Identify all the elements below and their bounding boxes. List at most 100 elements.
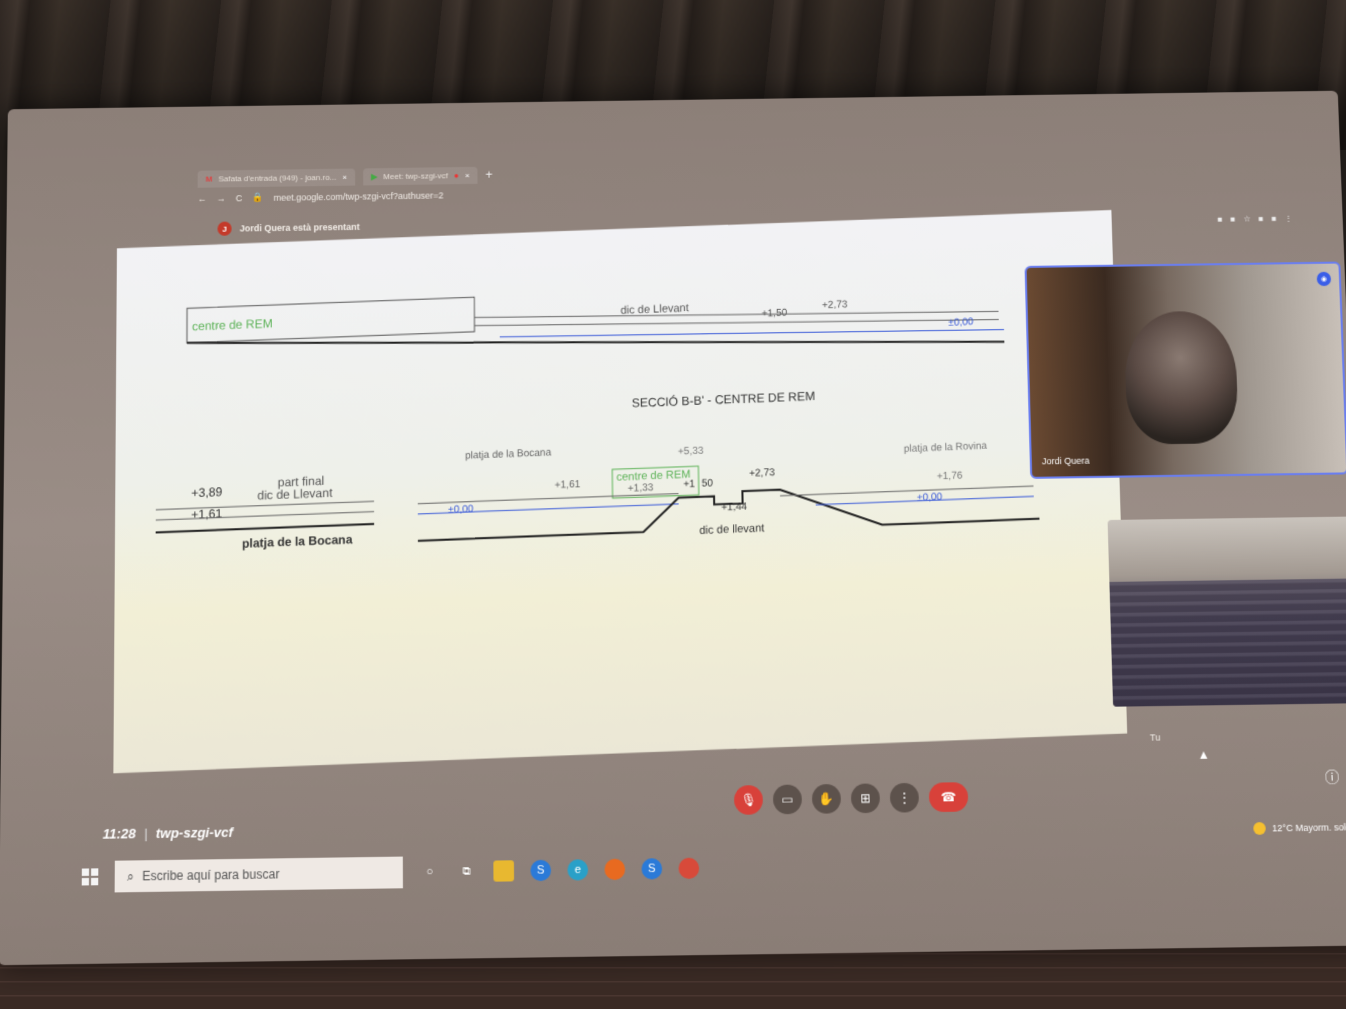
left-beach-label: platja de la Bocana [242,532,353,551]
left-label-2: dic de Llevant [257,485,333,502]
projection-screen: M Safata d'entrada (949) - joan.ro... × … [0,90,1346,966]
menu-icon[interactable]: ⋮ [1284,214,1292,223]
self-name: Tu [1149,732,1161,743]
level-label: ±0,00 [917,492,943,504]
section-title: SECCIÓ B-B' - CENTRE DE REM [632,388,816,410]
present-button[interactable]: ⊞ [850,783,881,814]
tab-strip: M Safata d'entrada (949) - joan.ro... × … [197,163,493,191]
search-icon: ⌕ [127,868,135,884]
extension-icon[interactable]: ■ [1230,215,1235,224]
participant-tile-self[interactable] [1107,516,1346,707]
presenting-banner: J Jordi Quera està presentant [217,220,360,236]
center-box-label: centre de REM [616,468,690,483]
extension-icons: ■ ■ ☆ ■ ■ ⋮ [1217,214,1292,224]
level-label: +2,73 [749,467,775,479]
sun-icon [1253,822,1267,835]
present-icon: ⊞ [860,790,871,806]
end-call-button[interactable]: ☎ [928,782,969,813]
hangup-icon: ☎ [940,789,957,805]
level-label: +5,33 [678,445,704,457]
avatar: J [217,221,232,236]
separator: | [144,825,148,842]
reload-icon[interactable]: C [236,193,243,203]
left-line [156,512,374,521]
meet-side-icons: ⓘ ⚇ [1324,766,1346,788]
level-label: ±0,00 [948,317,974,329]
cursor-icon: ▲ [1197,747,1210,763]
self-video [1109,578,1346,707]
shared-slide: centre de REM dic de Llevant +1,50 +2,73… [113,210,1128,774]
level-label: +1,76 [937,470,963,482]
participant-tile-main[interactable]: ◉ Jordi Quera [1024,261,1346,479]
level-label: +2,73 [822,299,848,311]
weather-text: 12°C Mayorm. soleado [1272,821,1346,834]
extension-icon[interactable]: ■ [1217,215,1222,224]
level-label: ±0,00 [448,504,474,516]
dic-line [474,297,998,331]
more-options-button[interactable]: ⋮ [889,782,920,813]
new-tab-button[interactable]: + [486,168,493,182]
firefox-icon[interactable] [604,858,626,881]
extension-icon[interactable]: ■ [1258,214,1263,223]
dic-line [474,305,998,339]
tab-meet[interactable]: ▶ Meet: twp-szgi-vcf ● × [363,166,478,185]
windows-start-icon[interactable] [81,868,99,886]
mic-off-button[interactable]: 🎙 [733,785,764,815]
recording-icon: ● [453,170,459,180]
cortana-icon[interactable]: ○ [419,861,440,882]
section-drawing: centre de REM dic de Llevant +1,50 +2,73… [113,210,1127,551]
camera-button[interactable]: ▭ [772,784,803,815]
taskbar-search-input[interactable]: ⌕ Escribe aquí para buscar [114,856,403,893]
tab-gmail[interactable]: M Safata d'entrada (949) - joan.ro... × [197,168,356,188]
top-box-label: centre de REM [192,316,273,333]
hand-icon: ✋ [818,791,835,807]
back-icon[interactable]: ← [198,193,207,203]
skype-business-icon[interactable]: S [641,858,663,880]
camera-icon: ▭ [781,791,794,807]
lock-icon: 🔒 [252,191,264,203]
more-icon: ⋮ [898,790,911,806]
search-placeholder: Escribe aquí para buscar [142,866,280,884]
forward-icon[interactable]: → [217,193,226,203]
level-label: +3,89 [191,485,222,501]
speaking-icon: ◉ [1316,271,1332,287]
edge-icon[interactable]: e [567,859,589,881]
right-line [780,486,1033,496]
tab-label: Safata d'entrada (949) - joan.ro... [218,172,337,183]
close-icon[interactable]: × [465,170,470,179]
level-label: 50 [702,478,714,490]
windows-taskbar: ⌕ Escribe aquí para buscar ○ ⧉ S e S [81,837,1346,898]
info-icon[interactable]: ⓘ [1324,766,1340,787]
level-label: +1,33 [628,482,654,494]
skype-icon[interactable]: S [530,859,552,882]
mic-off-icon: 🎙 [740,792,757,808]
raise-hand-button[interactable]: ✋ [811,783,842,814]
close-icon[interactable]: × [342,172,347,181]
presenting-text: Jordi Quera està presentant [239,221,360,234]
star-icon[interactable]: ☆ [1243,214,1251,223]
left-line [156,501,374,509]
meeting-code: twp-szgi-vcf [155,824,234,842]
level-label: +1,61 [555,479,581,491]
center-line [418,494,679,504]
center-beach-label: platja de la Bocana [465,447,552,462]
file-explorer-icon[interactable] [493,860,515,882]
meeting-time: 11:28 [102,825,136,842]
level-label: +1,50 [762,307,788,319]
task-view-icon[interactable]: ⧉ [456,861,477,882]
url-field[interactable]: meet.google.com/twp-szgi-vcf?authuser=2 [274,190,444,202]
gmail-icon: M [205,174,213,184]
level-label: +1 [683,479,695,491]
dic-label: dic de Llevant [620,302,688,317]
chrome-icon[interactable] [678,857,700,880]
address-row: ← → C 🔒 meet.google.com/twp-szgi-vcf?aut… [198,189,444,204]
meet-controls: 🎙 ▭ ✋ ⊞ ⋮ ☎ [733,782,969,815]
participant-name: Jordi Quera [1041,455,1090,467]
extension-icon[interactable]: ■ [1271,214,1276,223]
right-beach-label: platja de la Rovina [904,440,988,455]
meet-icon: ▶ [371,171,378,181]
meeting-info: 11:28 | twp-szgi-vcf [103,824,233,842]
weather-widget[interactable]: 12°C Mayorm. soleado [1253,821,1346,835]
center-dic-label: dic de llevant [699,522,764,537]
tab-label: Meet: twp-szgi-vcf [383,170,448,181]
